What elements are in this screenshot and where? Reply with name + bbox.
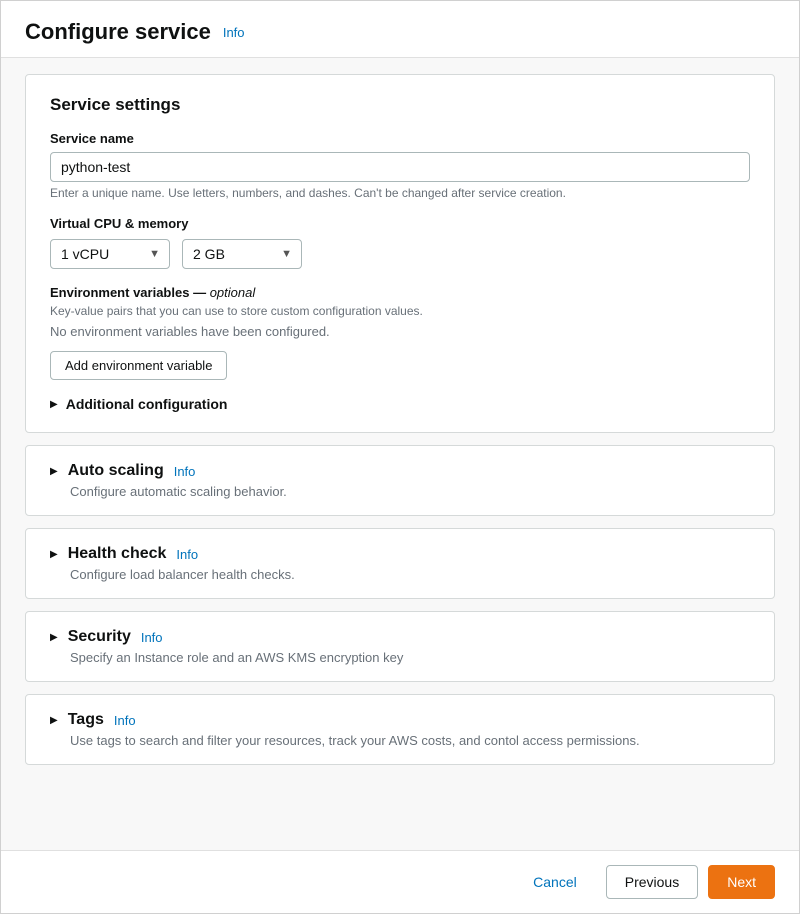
health-check-section: ▶ Health check Info Configure load balan… bbox=[25, 528, 775, 599]
env-label: Environment variables — optional bbox=[50, 285, 750, 300]
page-title: Configure service bbox=[25, 19, 211, 45]
service-settings-title: Service settings bbox=[50, 95, 750, 115]
service-name-field: Service name Enter a unique name. Use le… bbox=[50, 131, 750, 200]
auto-scaling-description: Configure automatic scaling behavior. bbox=[70, 484, 750, 499]
tags-info-link[interactable]: Info bbox=[114, 713, 136, 728]
security-title: Security bbox=[68, 628, 131, 646]
memory-select[interactable]: 0.5 GB 1 GB 2 GB 3 GB 4 GB 6 GB 8 GB bbox=[182, 239, 302, 269]
add-environment-variable-button[interactable]: Add environment variable bbox=[50, 351, 227, 380]
page-info-link[interactable]: Info bbox=[223, 25, 245, 40]
health-check-info-link[interactable]: Info bbox=[176, 547, 198, 562]
page-header: Configure service Info bbox=[1, 1, 799, 58]
security-description: Specify an Instance role and an AWS KMS … bbox=[70, 650, 750, 665]
vcpu-memory-label: Virtual CPU & memory bbox=[50, 216, 750, 231]
page-footer: Cancel Previous Next bbox=[1, 850, 799, 913]
page-content: Service settings Service name Enter a un… bbox=[1, 58, 799, 850]
vcpu-select-wrapper: 0.25 vCPU 0.5 vCPU 1 vCPU 2 vCPU 4 vCPU … bbox=[50, 239, 170, 269]
additional-config-arrow: ▶ bbox=[50, 399, 58, 410]
tags-header[interactable]: ▶ Tags Info bbox=[50, 711, 750, 729]
auto-scaling-arrow: ▶ bbox=[50, 466, 58, 477]
vcpu-memory-field: Virtual CPU & memory 0.25 vCPU 0.5 vCPU … bbox=[50, 216, 750, 269]
security-info-link[interactable]: Info bbox=[141, 630, 163, 645]
security-header[interactable]: ▶ Security Info bbox=[50, 628, 750, 646]
tags-description: Use tags to search and filter your resou… bbox=[70, 733, 750, 748]
auto-scaling-section: ▶ Auto scaling Info Configure automatic … bbox=[25, 445, 775, 516]
env-description: Key-value pairs that you can use to stor… bbox=[50, 304, 750, 318]
additional-config-label: Additional configuration bbox=[66, 396, 228, 412]
previous-button[interactable]: Previous bbox=[606, 865, 698, 899]
tags-section: ▶ Tags Info Use tags to search and filte… bbox=[25, 694, 775, 765]
vcpu-select[interactable]: 0.25 vCPU 0.5 vCPU 1 vCPU 2 vCPU 4 vCPU bbox=[50, 239, 170, 269]
env-variables-section: Environment variables — optional Key-val… bbox=[50, 285, 750, 380]
health-check-header[interactable]: ▶ Health check Info bbox=[50, 545, 750, 563]
health-check-title: Health check bbox=[68, 545, 167, 563]
service-name-label: Service name bbox=[50, 131, 750, 146]
additional-config-toggle[interactable]: ▶ Additional configuration bbox=[50, 396, 750, 412]
env-empty-text: No environment variables have been confi… bbox=[50, 324, 750, 339]
health-check-arrow: ▶ bbox=[50, 549, 58, 560]
auto-scaling-info-link[interactable]: Info bbox=[174, 464, 196, 479]
auto-scaling-title: Auto scaling bbox=[68, 462, 164, 480]
tags-arrow: ▶ bbox=[50, 715, 58, 726]
service-settings-card: Service settings Service name Enter a un… bbox=[25, 74, 775, 433]
cancel-button[interactable]: Cancel bbox=[514, 865, 596, 899]
health-check-description: Configure load balancer health checks. bbox=[70, 567, 750, 582]
page-container: Configure service Info Service settings … bbox=[0, 0, 800, 914]
security-arrow: ▶ bbox=[50, 632, 58, 643]
tags-title: Tags bbox=[68, 711, 104, 729]
vcpu-memory-row: 0.25 vCPU 0.5 vCPU 1 vCPU 2 vCPU 4 vCPU … bbox=[50, 239, 750, 269]
next-button[interactable]: Next bbox=[708, 865, 775, 899]
auto-scaling-header[interactable]: ▶ Auto scaling Info bbox=[50, 462, 750, 480]
security-section: ▶ Security Info Specify an Instance role… bbox=[25, 611, 775, 682]
service-name-input[interactable] bbox=[50, 152, 750, 182]
service-name-hint: Enter a unique name. Use letters, number… bbox=[50, 186, 750, 200]
memory-select-wrapper: 0.5 GB 1 GB 2 GB 3 GB 4 GB 6 GB 8 GB ▼ bbox=[182, 239, 302, 269]
